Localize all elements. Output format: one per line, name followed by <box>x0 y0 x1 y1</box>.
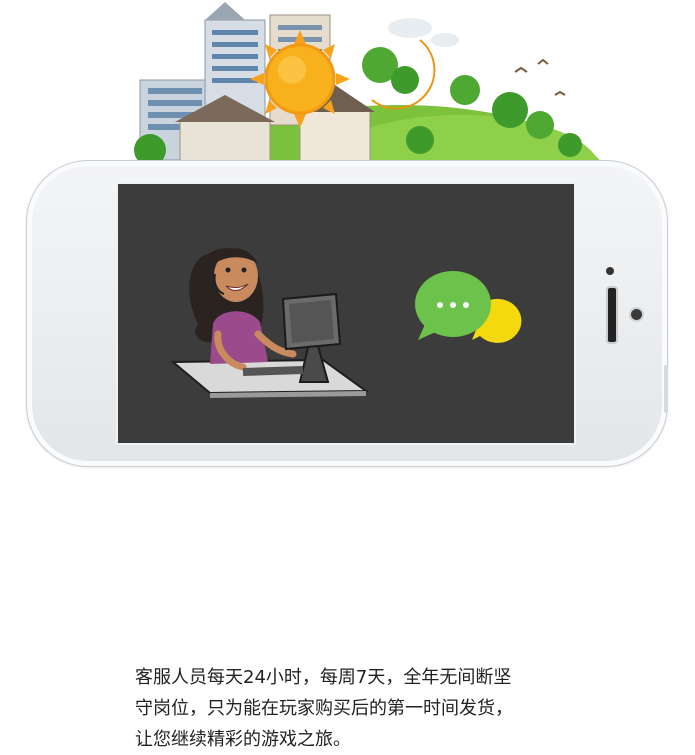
service-description: 客服人员每天24小时，每周7天，全年无间断坚 守岗位，只为能在玩家购买后的第一时… <box>135 662 575 755</box>
caption-line-3: 让您继续精彩的游戏之旅。 <box>135 729 351 750</box>
phone-camera <box>629 307 644 322</box>
city-sun-moon-illustration <box>134 2 609 175</box>
chat-bubbles-icon <box>415 271 522 343</box>
phone-screen <box>116 182 576 445</box>
caption-line-1: 客服人员每天24小时，每周7天，全年无间断坚 <box>135 667 512 688</box>
phone-speaker-slot <box>606 286 618 344</box>
customer-service-illustration <box>170 248 522 398</box>
support-agent-figure <box>189 248 297 371</box>
phone-sensor-dot <box>606 267 614 275</box>
caption-line-2: 守岗位，只为能在玩家购买后的第一时间发货， <box>135 698 513 719</box>
phone-side-button <box>664 365 668 413</box>
